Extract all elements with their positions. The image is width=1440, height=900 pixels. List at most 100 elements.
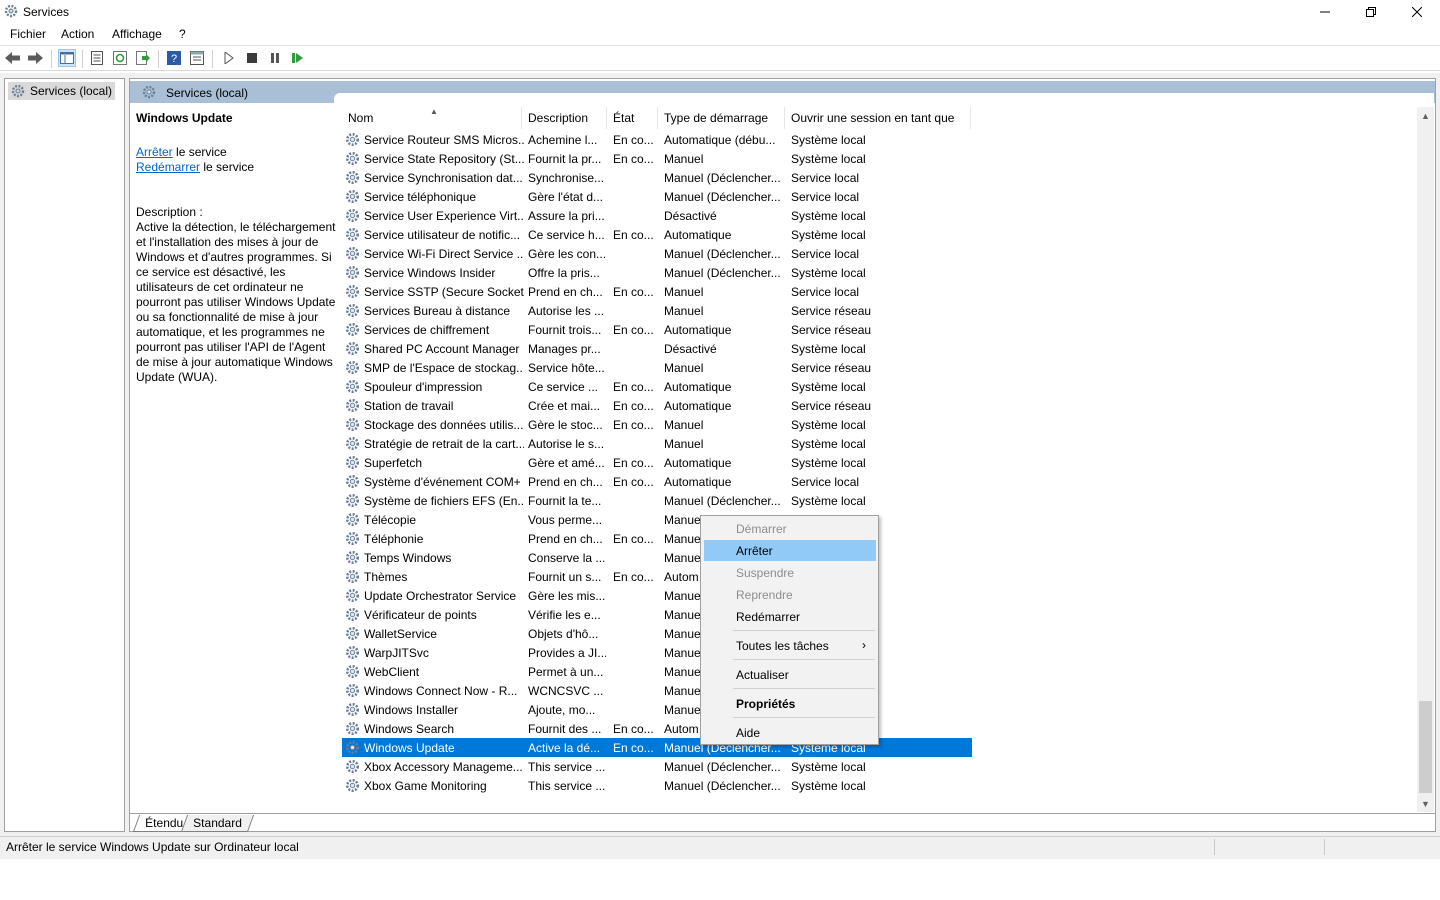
service-gear-icon — [346, 437, 359, 450]
cell-name: Xbox Game Monitoring — [364, 779, 487, 793]
service-gear-icon — [346, 190, 359, 203]
menu-affichage[interactable]: Affichage — [112, 27, 162, 41]
cell-state: En co... — [613, 285, 654, 299]
menu-item-pause[interactable]: Suspendre — [704, 562, 876, 583]
table-row[interactable]: Stockage des données utilis... Gère le st… — [342, 415, 972, 434]
table-row[interactable]: SMP de l'Espace de stockag... Service hôt… — [342, 358, 972, 377]
service-gear-icon — [346, 779, 359, 792]
service-gear-icon — [346, 399, 359, 412]
table-row[interactable]: Service utilisateur de notific... Ce serv… — [342, 225, 972, 244]
help-button[interactable]: ? — [165, 49, 183, 67]
table-row[interactable]: Superfetch Gère et amé... En co... Automati… — [342, 453, 972, 472]
cell-name: Service SSTP (Secure Socket... — [364, 285, 524, 299]
table-row[interactable]: Service Windows Insider Offre la pris... M… — [342, 263, 972, 282]
refresh-icon — [113, 51, 127, 65]
menu-item-properties[interactable]: Propriétés — [704, 693, 876, 714]
close-button[interactable] — [1394, 0, 1440, 24]
table-row[interactable]: Services de chiffrement Fournit trois... E… — [342, 320, 972, 339]
cell-name: Windows Installer — [364, 703, 459, 717]
tree-item-services-local[interactable]: Services (local) — [8, 82, 116, 100]
menu-fichier[interactable]: Fichier — [10, 27, 46, 41]
cell-name: Service Routeur SMS Micros... — [364, 133, 524, 147]
cell-description: This service ... — [528, 779, 606, 793]
cell-description: Gère l'état d... — [528, 190, 603, 204]
menu-item-stop[interactable]: Arrêter — [704, 540, 876, 561]
scroll-up-icon[interactable]: ▲ — [1417, 107, 1434, 124]
minimize-button[interactable] — [1302, 0, 1348, 24]
cell-description: Fournit la pr... — [528, 152, 602, 166]
menu-separator — [733, 717, 875, 718]
table-row[interactable]: Spouleur d'impression Ce service ... En co… — [342, 377, 972, 396]
vertical-scrollbar[interactable]: ▲ ▼ — [1417, 107, 1434, 812]
properties-button[interactable] — [88, 49, 106, 67]
table-row[interactable]: Stratégie de retrait de la cart... Autori… — [342, 434, 972, 453]
table-row[interactable]: Service State Repository (St... Fournit l… — [342, 149, 972, 168]
cell-logon: Service réseau — [791, 361, 872, 375]
column-header-name[interactable]: Nom ▲ — [342, 107, 522, 129]
stop-suffix: le service — [172, 145, 227, 159]
cell-description: Fournit des ... — [528, 722, 602, 736]
menu-item-refresh[interactable]: Actualiser — [704, 664, 876, 685]
console-tree-button[interactable] — [58, 49, 76, 67]
menu-item-all-tasks[interactable]: Toutes les tâches › — [704, 635, 876, 656]
cell-description: Gère les con... — [528, 247, 606, 261]
stop-button[interactable] — [243, 49, 261, 67]
table-row[interactable]: Shared PC Account Manager Manages pr... Dé… — [342, 339, 972, 358]
menu-item-resume[interactable]: Reprendre — [704, 584, 876, 605]
table-row[interactable]: Service Wi-Fi Direct Service ... Gère les… — [342, 244, 972, 263]
cell-name: WarpJITSvc — [364, 646, 429, 660]
stop-service-link[interactable]: Arrêter — [136, 145, 173, 159]
view-button[interactable] — [188, 49, 206, 67]
cell-startup-type: Désactivé — [664, 342, 717, 356]
scroll-down-icon[interactable]: ▼ — [1417, 795, 1434, 812]
menu-action[interactable]: Action — [61, 27, 94, 41]
menu-item-restart[interactable]: Redémarrer — [704, 606, 876, 627]
menu-item-help[interactable]: Aide — [704, 722, 876, 743]
cell-name: Services de chiffrement — [364, 323, 490, 337]
cell-logon: Système local — [791, 437, 866, 451]
table-row[interactable]: Système de fichiers EFS (En... Fournit la… — [342, 491, 972, 510]
table-row[interactable]: Service Synchronisation dat... Synchronis… — [342, 168, 972, 187]
table-row[interactable]: Service SSTP (Secure Socket... Prend en c… — [342, 282, 972, 301]
service-gear-icon — [346, 380, 359, 393]
menu-item-start[interactable]: Démarrer — [704, 518, 876, 539]
restart-service-link[interactable]: Redémarrer — [136, 160, 200, 174]
table-row[interactable]: Station de travail Crée et mai... En co...… — [342, 396, 972, 415]
service-description: Active la détection, le téléchargement e… — [136, 220, 336, 384]
cell-startup-type: Automatique — [664, 228, 732, 242]
cell-logon: Système local — [791, 494, 866, 508]
column-header-description[interactable]: Description — [522, 107, 607, 129]
table-row[interactable]: Xbox Game Monitoring This service ... Manu… — [342, 776, 972, 795]
scroll-thumb[interactable] — [1419, 701, 1432, 793]
table-row[interactable]: Service Routeur SMS Micros... Achemine l.… — [342, 130, 972, 149]
table-row[interactable]: Service User Experience Virt... Assure la… — [342, 206, 972, 225]
table-row[interactable]: Xbox Accessory Manageme... This service .… — [342, 757, 972, 776]
table-row[interactable]: Service téléphonique Gère l'état d... Manu… — [342, 187, 972, 206]
cell-description: Permet à un... — [528, 665, 604, 679]
export-button[interactable] — [134, 49, 152, 67]
menu-help[interactable]: ? — [179, 27, 186, 41]
column-header-logon[interactable]: Ouvrir une session en tant que — [785, 107, 971, 129]
cell-name: Station de travail — [364, 399, 454, 413]
table-row[interactable]: Système d'événement COM+ Prend en ch... En… — [342, 472, 972, 491]
cell-startup-type: Manuel (Déclencher... — [664, 779, 781, 793]
table-row[interactable]: Services Bureau à distance Autorise les .… — [342, 301, 972, 320]
pause-button[interactable] — [266, 49, 284, 67]
status-text: Arrêter le service Windows Update sur Or… — [6, 840, 299, 854]
cell-description: Provides a JI... — [528, 646, 606, 660]
tab-standard[interactable]: Standard — [180, 815, 254, 832]
menu-separator — [733, 659, 875, 660]
column-header-state[interactable]: État — [607, 107, 658, 129]
back-button[interactable] — [4, 49, 22, 67]
forward-button[interactable] — [26, 49, 44, 67]
start-button[interactable] — [220, 49, 238, 67]
restart-button[interactable] — [289, 49, 307, 67]
cell-startup-type: Manuel (Déclencher... — [664, 171, 781, 185]
cell-state: En co... — [613, 228, 654, 242]
column-header-startup-type[interactable]: Type de démarrage — [658, 107, 785, 129]
refresh-button[interactable] — [111, 49, 129, 67]
service-info-panel: Windows Update Arrêter le service Redéma… — [136, 111, 338, 385]
cell-startup-type: Manuel — [664, 304, 704, 318]
cell-description: Fournit un s... — [528, 570, 602, 584]
restore-button[interactable] — [1348, 0, 1394, 24]
